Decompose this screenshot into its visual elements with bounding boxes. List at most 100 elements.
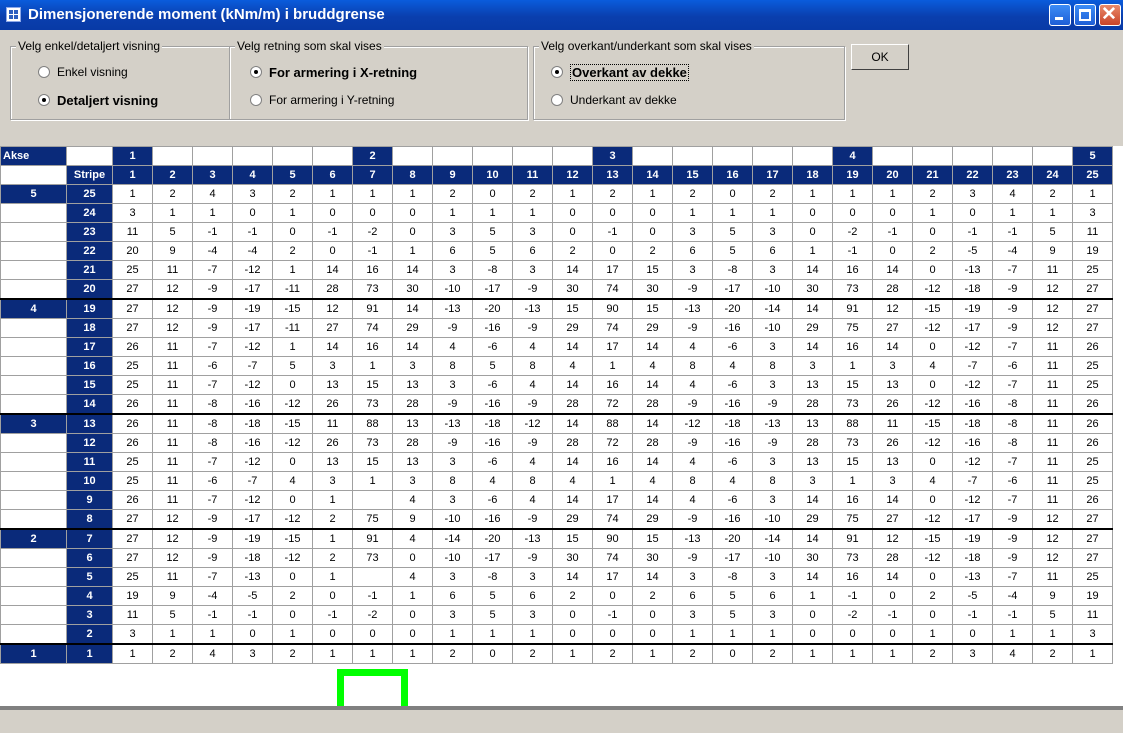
value-cell[interactable]: 0 bbox=[312, 586, 353, 606]
value-cell[interactable]: 14 bbox=[552, 413, 593, 434]
value-cell[interactable]: 16 bbox=[832, 260, 873, 280]
value-cell[interactable]: 3 bbox=[872, 356, 913, 376]
value-cell[interactable]: 13 bbox=[792, 452, 833, 472]
value-cell[interactable]: 16 bbox=[592, 452, 633, 472]
value-cell[interactable]: 12 bbox=[152, 279, 193, 300]
value-cell[interactable]: 28 bbox=[392, 433, 433, 453]
value-cell[interactable]: -4 bbox=[232, 241, 273, 261]
value-cell[interactable]: 14 bbox=[552, 567, 593, 587]
value-cell[interactable]: -9 bbox=[752, 433, 793, 453]
value-cell[interactable]: 11 bbox=[112, 605, 153, 625]
value-cell[interactable]: 6 bbox=[752, 241, 793, 261]
minimize-button[interactable] bbox=[1049, 4, 1071, 26]
value-cell[interactable]: -1 bbox=[192, 605, 233, 625]
value-cell[interactable]: 0 bbox=[792, 222, 833, 242]
value-cell[interactable]: 73 bbox=[352, 279, 393, 300]
value-cell[interactable]: -15 bbox=[272, 528, 313, 549]
value-cell[interactable]: 4 bbox=[272, 471, 313, 491]
value-cell[interactable]: -16 bbox=[232, 433, 273, 453]
value-cell[interactable]: 1 bbox=[352, 184, 393, 204]
value-cell[interactable]: 11 bbox=[152, 567, 193, 587]
value-cell[interactable]: 0 bbox=[472, 184, 513, 204]
value-cell[interactable]: 11 bbox=[1032, 356, 1073, 376]
value-cell[interactable]: 12 bbox=[312, 298, 353, 319]
value-cell[interactable]: 8 bbox=[432, 471, 473, 491]
value-cell[interactable]: 8 bbox=[752, 471, 793, 491]
value-cell[interactable]: 90 bbox=[592, 528, 633, 549]
value-cell[interactable]: -7 bbox=[192, 375, 233, 395]
value-cell[interactable]: 1 bbox=[432, 203, 473, 223]
value-cell[interactable]: 2 bbox=[592, 643, 633, 664]
value-cell[interactable]: 6 bbox=[512, 241, 553, 261]
value-cell[interactable]: -13 bbox=[952, 260, 993, 280]
value-cell[interactable]: 0 bbox=[312, 624, 353, 645]
value-cell[interactable]: -12 bbox=[912, 279, 953, 300]
value-cell[interactable]: 91 bbox=[352, 298, 393, 319]
value-cell[interactable]: -20 bbox=[472, 528, 513, 549]
value-cell[interactable]: 0 bbox=[232, 624, 273, 645]
value-cell[interactable]: -9 bbox=[672, 394, 713, 415]
value-cell[interactable]: 25 bbox=[1072, 375, 1113, 395]
value-cell[interactable]: -16 bbox=[232, 394, 273, 415]
value-cell[interactable]: 13 bbox=[312, 452, 353, 472]
value-cell[interactable]: 29 bbox=[392, 318, 433, 338]
value-cell[interactable]: 0 bbox=[392, 605, 433, 625]
value-cell[interactable]: 15 bbox=[552, 298, 593, 319]
value-cell[interactable]: -7 bbox=[192, 567, 233, 587]
value-cell[interactable]: 11 bbox=[152, 413, 193, 434]
value-cell[interactable]: -8 bbox=[192, 433, 233, 453]
moment-grid[interactable]: Akse 12345 Stripe 1 2 3 4 5 6 7 8 9 10 11 12 13 14 15 1… bbox=[0, 146, 1123, 733]
value-cell[interactable]: -9 bbox=[512, 548, 553, 568]
value-cell[interactable]: 0 bbox=[352, 203, 393, 223]
value-cell[interactable]: 3 bbox=[792, 356, 833, 376]
value-cell[interactable]: 0 bbox=[552, 605, 593, 625]
value-cell[interactable]: 73 bbox=[352, 548, 393, 568]
value-cell[interactable]: 75 bbox=[352, 509, 393, 530]
value-cell[interactable]: -9 bbox=[192, 509, 233, 530]
value-cell[interactable]: 3 bbox=[752, 260, 793, 280]
value-cell[interactable]: 14 bbox=[312, 260, 353, 280]
value-cell[interactable]: 11 bbox=[152, 433, 193, 453]
value-cell[interactable]: -16 bbox=[472, 433, 513, 453]
value-cell[interactable]: 1 bbox=[312, 490, 353, 510]
value-cell[interactable]: 28 bbox=[632, 394, 673, 415]
value-cell[interactable]: 15 bbox=[352, 375, 393, 395]
value-cell[interactable]: -9 bbox=[992, 318, 1033, 338]
ok-button[interactable]: OK bbox=[851, 44, 909, 70]
value-cell[interactable]: 29 bbox=[632, 318, 673, 338]
value-cell[interactable]: 5 bbox=[712, 222, 753, 242]
value-cell[interactable]: -9 bbox=[432, 318, 473, 338]
value-cell[interactable]: 74 bbox=[592, 318, 633, 338]
value-cell[interactable]: -12 bbox=[272, 548, 313, 568]
value-cell[interactable]: 1 bbox=[472, 624, 513, 645]
value-cell[interactable]: -10 bbox=[432, 548, 473, 568]
value-cell[interactable]: -17 bbox=[712, 279, 753, 300]
value-cell[interactable]: 28 bbox=[792, 433, 833, 453]
value-cell[interactable]: 3 bbox=[792, 471, 833, 491]
value-cell[interactable]: 0 bbox=[832, 624, 873, 645]
value-cell[interactable]: -19 bbox=[952, 528, 993, 549]
value-cell[interactable]: 27 bbox=[872, 318, 913, 338]
value-cell[interactable]: -15 bbox=[912, 298, 953, 319]
value-cell[interactable]: -10 bbox=[432, 509, 473, 530]
value-cell[interactable]: 1 bbox=[1032, 203, 1073, 223]
value-cell[interactable]: 14 bbox=[792, 337, 833, 357]
value-cell[interactable]: -12 bbox=[232, 375, 273, 395]
value-cell[interactable]: -8 bbox=[472, 260, 513, 280]
value-cell[interactable]: 2 bbox=[752, 643, 793, 664]
value-cell[interactable]: 13 bbox=[792, 375, 833, 395]
value-cell[interactable]: 27 bbox=[1072, 528, 1113, 549]
value-cell[interactable]: -1 bbox=[232, 605, 273, 625]
value-cell[interactable]: -10 bbox=[752, 509, 793, 530]
value-cell[interactable]: -16 bbox=[952, 394, 993, 415]
value-cell[interactable]: -18 bbox=[712, 413, 753, 434]
value-cell[interactable]: 3 bbox=[432, 260, 473, 280]
value-cell[interactable]: 14 bbox=[792, 528, 833, 549]
value-cell[interactable]: 0 bbox=[272, 222, 313, 242]
value-cell[interactable]: -1 bbox=[992, 605, 1033, 625]
value-cell[interactable]: 12 bbox=[872, 298, 913, 319]
value-cell[interactable]: 14 bbox=[392, 337, 433, 357]
value-cell[interactable]: 72 bbox=[592, 433, 633, 453]
value-cell[interactable]: 1 bbox=[1032, 624, 1073, 645]
value-cell[interactable]: -8 bbox=[712, 567, 753, 587]
